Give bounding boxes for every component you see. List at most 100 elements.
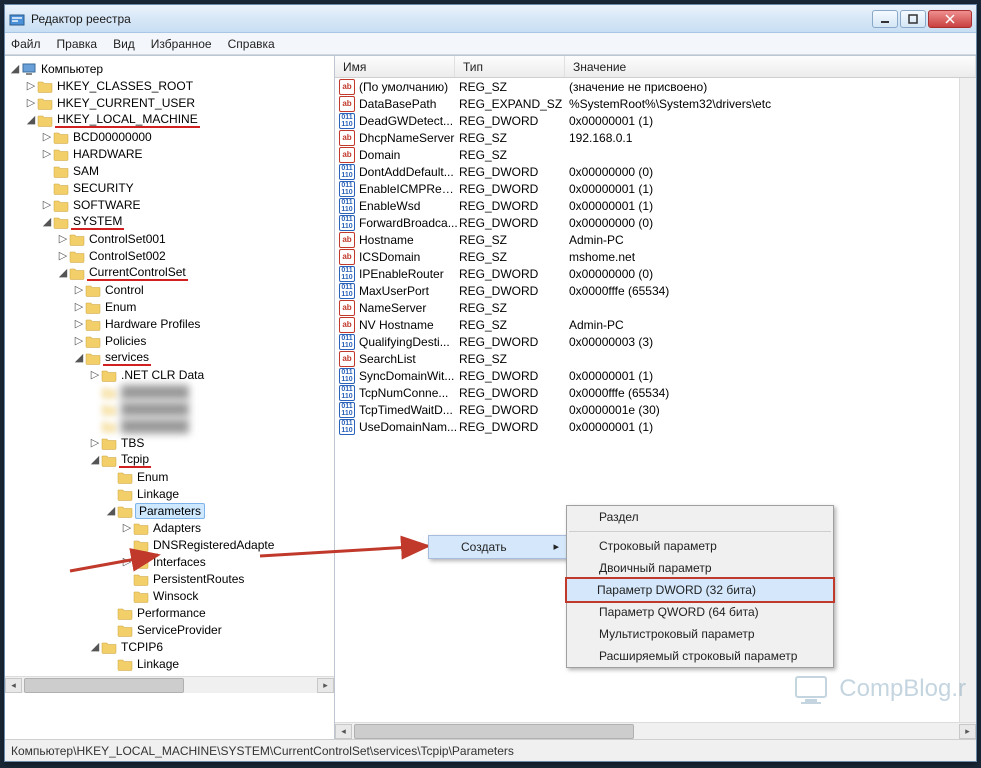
tree-node[interactable]: ▷ Enum: [5, 298, 334, 315]
folder-icon: [117, 469, 133, 485]
value-row[interactable]: 011110 DeadGWDetect... REG_DWORD 0x00000…: [335, 112, 959, 129]
ctx-new-string[interactable]: Строковый параметр: [567, 535, 833, 557]
value-row[interactable]: ab DataBasePath REG_EXPAND_SZ %SystemRoo…: [335, 95, 959, 112]
twisty-icon[interactable]: ◢: [41, 215, 53, 228]
tree-node[interactable]: Winsock: [5, 587, 334, 604]
ctx-new-binary[interactable]: Двоичный параметр: [567, 557, 833, 579]
value-row[interactable]: ab (По умолчанию) REG_SZ (значение не пр…: [335, 78, 959, 95]
tree-node[interactable]: SAM: [5, 162, 334, 179]
value-row[interactable]: ab ICSDomain REG_SZ mshome.net: [335, 248, 959, 265]
twisty-icon[interactable]: ◢: [105, 504, 117, 517]
twisty-icon[interactable]: ▷: [73, 317, 85, 330]
tree-node[interactable]: ◢ HKEY_LOCAL_MACHINE: [5, 111, 334, 128]
tree-node[interactable]: Performance: [5, 604, 334, 621]
twisty-icon[interactable]: ▷: [89, 436, 101, 449]
twisty-icon[interactable]: ▷: [73, 283, 85, 296]
tree-node[interactable]: ◢ SYSTEM: [5, 213, 334, 230]
folder-icon: [133, 520, 149, 536]
ctx-new-qword[interactable]: Параметр QWORD (64 бита): [567, 601, 833, 623]
tree-node[interactable]: Linkage: [5, 485, 334, 502]
ctx-new-expand[interactable]: Расширяемый строковый параметр: [567, 645, 833, 667]
tree-node[interactable]: ▷ .NET CLR Data: [5, 366, 334, 383]
twisty-icon[interactable]: ◢: [89, 453, 101, 466]
titlebar[interactable]: Редактор реестра: [5, 5, 976, 33]
close-button[interactable]: [928, 10, 972, 28]
value-row[interactable]: 011110 DontAddDefault... REG_DWORD 0x000…: [335, 163, 959, 180]
tree-node[interactable]: ServiceProvider: [5, 621, 334, 638]
tree-node[interactable]: ▷ BCD00000000: [5, 128, 334, 145]
value-row[interactable]: 011110 UseDomainNam... REG_DWORD 0x00000…: [335, 418, 959, 435]
menu-fav[interactable]: Избранное: [151, 37, 212, 51]
twisty-icon[interactable]: ◢: [89, 640, 101, 653]
menu-help[interactable]: Справка: [228, 37, 275, 51]
twisty-icon[interactable]: ▷: [41, 147, 53, 160]
twisty-icon[interactable]: ▷: [41, 130, 53, 143]
tree-node[interactable]: ◢ CurrentControlSet: [5, 264, 334, 281]
tree-node[interactable]: Enum: [5, 468, 334, 485]
value-row[interactable]: 011110 ForwardBroadca... REG_DWORD 0x000…: [335, 214, 959, 231]
value-row[interactable]: 011110 SyncDomainWit... REG_DWORD 0x0000…: [335, 367, 959, 384]
tree-node[interactable]: ◢ Tcpip: [5, 451, 334, 468]
tree-node[interactable]: ▷ SOFTWARE: [5, 196, 334, 213]
value-row[interactable]: ab NameServer REG_SZ: [335, 299, 959, 316]
menu-file[interactable]: Файл: [11, 37, 41, 51]
ctx-new-key[interactable]: Раздел: [567, 506, 833, 528]
col-value[interactable]: Значение: [565, 56, 976, 77]
value-row[interactable]: 011110 MaxUserPort REG_DWORD 0x0000fffe …: [335, 282, 959, 299]
twisty-icon[interactable]: ▷: [57, 249, 69, 262]
tree-node[interactable]: ▷ HARDWARE: [5, 145, 334, 162]
tree-node[interactable]: ▷ ControlSet001: [5, 230, 334, 247]
value-row[interactable]: ab SearchList REG_SZ: [335, 350, 959, 367]
maximize-button[interactable]: [900, 10, 926, 28]
value-row[interactable]: ab NV Hostname REG_SZ Admin-PC: [335, 316, 959, 333]
tree-node[interactable]: SECURITY: [5, 179, 334, 196]
list-scrollbar-v[interactable]: [959, 78, 976, 722]
value-row[interactable]: ab Hostname REG_SZ Admin-PC: [335, 231, 959, 248]
tree-node[interactable]: ◢ Parameters: [5, 502, 334, 519]
menu-edit[interactable]: Правка: [57, 37, 98, 51]
twisty-icon[interactable]: ▷: [73, 300, 85, 313]
twisty-icon[interactable]: ▷: [25, 79, 37, 92]
menu-view[interactable]: Вид: [113, 37, 135, 51]
col-name[interactable]: Имя: [335, 56, 455, 77]
value-row[interactable]: 011110 QualifyingDesti... REG_DWORD 0x00…: [335, 333, 959, 350]
twisty-icon[interactable]: ◢: [25, 113, 37, 126]
tree-node[interactable]: ▷ Hardware Profiles: [5, 315, 334, 332]
tree-node[interactable]: ▷ HKEY_CLASSES_ROOT: [5, 77, 334, 94]
twisty-icon[interactable]: ▷: [41, 198, 53, 211]
tree-node[interactable]: ◢ Компьютер: [5, 60, 334, 77]
ctx-new-multi[interactable]: Мультистроковый параметр: [567, 623, 833, 645]
tree-pane[interactable]: ◢ Компьютер ▷ HKEY_CLASSES_ROOT ▷ HKEY_C…: [5, 56, 335, 739]
ctx-create[interactable]: Создать: [428, 535, 568, 559]
reg-binary-icon: 011110: [339, 334, 355, 350]
twisty-icon[interactable]: ▷: [89, 368, 101, 381]
folder-icon: [69, 265, 85, 281]
value-row[interactable]: 011110 TcpTimedWaitD... REG_DWORD 0x0000…: [335, 401, 959, 418]
tree-node[interactable]: ◢ TCPIP6: [5, 638, 334, 655]
tree-scrollbar-h[interactable]: ◂▸: [5, 676, 334, 693]
twisty-icon[interactable]: ◢: [57, 266, 69, 279]
value-row[interactable]: ab DhcpNameServer REG_SZ 192.168.0.1: [335, 129, 959, 146]
value-row[interactable]: 011110 EnableICMPRedi... REG_DWORD 0x000…: [335, 180, 959, 197]
tree-node[interactable]: ▷ HKEY_CURRENT_USER: [5, 94, 334, 111]
twisty-icon[interactable]: ▷: [57, 232, 69, 245]
value-row[interactable]: 011110 IPEnableRouter REG_DWORD 0x000000…: [335, 265, 959, 282]
twisty-icon[interactable]: ▷: [73, 334, 85, 347]
tree-node[interactable]: ▷ TBS: [5, 434, 334, 451]
ctx-new-dword[interactable]: Параметр DWORD (32 бита): [565, 577, 835, 603]
value-row[interactable]: 011110 EnableWsd REG_DWORD 0x00000001 (1…: [335, 197, 959, 214]
tree-node[interactable]: ▷ Control: [5, 281, 334, 298]
tree-node[interactable]: ◢ services: [5, 349, 334, 366]
twisty-icon[interactable]: ▷: [25, 96, 37, 109]
col-type[interactable]: Тип: [455, 56, 565, 77]
tree-node[interactable]: ▷ Policies: [5, 332, 334, 349]
twisty-icon[interactable]: ◢: [73, 351, 85, 364]
tree-node[interactable]: Linkage: [5, 655, 334, 672]
twisty-icon[interactable]: ◢: [9, 62, 21, 75]
minimize-button[interactable]: [872, 10, 898, 28]
value-row[interactable]: 011110 TcpNumConne... REG_DWORD 0x0000ff…: [335, 384, 959, 401]
list-scrollbar-h[interactable]: ◂▸: [335, 722, 976, 739]
tree-node[interactable]: ▷ ControlSet002: [5, 247, 334, 264]
value-row[interactable]: ab Domain REG_SZ: [335, 146, 959, 163]
twisty-icon[interactable]: ▷: [121, 521, 133, 534]
